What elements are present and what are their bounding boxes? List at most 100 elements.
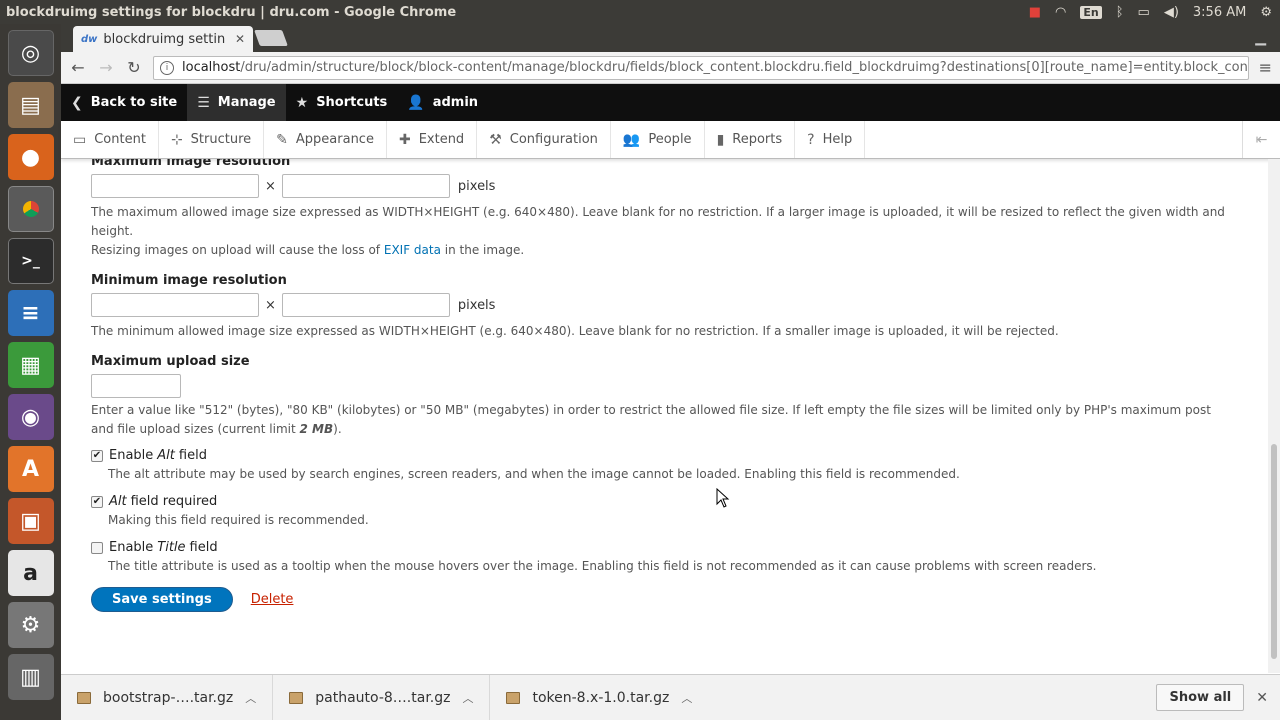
delete-link[interactable]: Delete xyxy=(251,592,294,607)
writer-icon[interactable]: ≡ xyxy=(7,290,54,336)
title-enable-checkbox[interactable] xyxy=(91,541,103,554)
ubuntu-dash-icon[interactable]: ◎ xyxy=(7,30,54,76)
alt-enable-group: ✔ Enable Alt field The alt attribute may… xyxy=(91,448,1268,481)
new-tab-button[interactable] xyxy=(254,30,288,46)
keyboard-layout-indicator[interactable]: En xyxy=(1080,5,1102,19)
download-item[interactable]: pathauto-8….tar.gz ︿ xyxy=(273,674,491,720)
max-height-input[interactable] xyxy=(281,174,450,198)
desc-text: Enter a value like "512" (bytes), "80 KB… xyxy=(91,403,1211,436)
download-filename: pathauto-8….tar.gz xyxy=(315,689,451,706)
back-arrow-icon[interactable]: ← xyxy=(69,58,87,77)
download-filename: token-8.x-1.0.tar.gz xyxy=(532,689,670,706)
chevron-up-icon[interactable]: ︿ xyxy=(245,690,256,706)
checkbox-label: Enable xyxy=(109,448,154,463)
shortcuts-tab[interactable]: ★ Shortcuts xyxy=(286,84,398,121)
browser-window: dw blockdruimg settin ✕ ▁ ← → ↻ i localh… xyxy=(61,24,1280,720)
sitemap-icon: ⊹ xyxy=(170,131,183,148)
min-width-input[interactable] xyxy=(91,293,259,317)
window-title: blockdruimg settings for blockdru | dru.… xyxy=(6,4,457,20)
tray-item-help[interactable]: ? Help xyxy=(795,121,866,158)
bluetooth-icon[interactable]: ᛒ xyxy=(1116,5,1124,20)
min-resolution-label: Minimum image resolution xyxy=(91,273,287,288)
wrench-icon: ⚒ xyxy=(489,131,502,148)
files-icon[interactable]: ▤ xyxy=(7,82,54,128)
close-downloads-icon[interactable]: ✕ xyxy=(1256,690,1268,706)
tray-item-extend[interactable]: ✚ Extend xyxy=(387,121,478,158)
battery-icon[interactable]: ▭ xyxy=(1138,5,1150,20)
firefox-icon[interactable]: ● xyxy=(7,134,54,180)
tray-label: Configuration xyxy=(509,132,598,147)
exif-data-link[interactable]: EXIF data xyxy=(384,243,441,257)
page-info-icon[interactable]: i xyxy=(160,60,174,75)
software-center-icon[interactable]: A xyxy=(7,446,54,492)
title-enable-description: The title attribute is used as a tooltip… xyxy=(108,559,1097,573)
terminal-icon[interactable]: >_ xyxy=(7,238,54,284)
tray-label: Reports xyxy=(732,132,783,147)
package-icon xyxy=(77,691,91,704)
manage-tab[interactable]: ☰ Manage xyxy=(187,84,286,121)
clock[interactable]: 3:56 AM xyxy=(1193,5,1246,20)
user-icon: 👤 xyxy=(407,94,425,111)
user-tab[interactable]: 👤 admin xyxy=(397,84,488,121)
checkbox-label-em: Alt xyxy=(109,494,127,509)
alt-enable-row: ✔ Enable Alt field xyxy=(91,448,1268,463)
tray-item-configuration[interactable]: ⚒ Configuration xyxy=(477,121,611,158)
chevron-left-circle-icon: ❮ xyxy=(71,94,83,111)
tray-item-appearance[interactable]: ✎ Appearance xyxy=(264,121,387,158)
bar-chart-icon: ▮ xyxy=(716,131,725,148)
impress-icon[interactable]: ▣ xyxy=(7,498,54,544)
volume-icon[interactable]: ◀) xyxy=(1164,5,1179,20)
video-icon[interactable]: ◉ xyxy=(7,394,54,440)
chevron-up-icon[interactable]: ︿ xyxy=(681,690,692,706)
calc-icon[interactable]: ▦ xyxy=(7,342,54,388)
tray-item-reports[interactable]: ▮ Reports xyxy=(705,121,796,158)
save-settings-button[interactable]: Save settings xyxy=(91,587,233,612)
show-all-downloads-button[interactable]: Show all xyxy=(1156,684,1245,711)
max-upload-size-input[interactable] xyxy=(91,374,181,398)
forward-arrow-icon[interactable]: → xyxy=(97,58,115,77)
manage-label: Manage xyxy=(217,95,276,110)
scrollbar-thumb[interactable] xyxy=(1271,444,1277,659)
alt-required-checkbox[interactable]: ✔ xyxy=(91,495,103,508)
recording-icon[interactable]: ■ xyxy=(1029,5,1041,20)
tray-label: Appearance xyxy=(295,132,374,147)
pixels-unit: pixels xyxy=(457,297,496,313)
chrome-menu-icon[interactable]: ≡ xyxy=(1259,58,1272,77)
alt-enable-checkbox[interactable]: ✔ xyxy=(91,449,103,462)
settings-gear-icon[interactable]: ⚙ xyxy=(1260,5,1272,20)
field-settings-form: Maximum image resolution × pixels The ma… xyxy=(61,159,1268,673)
max-width-input[interactable] xyxy=(91,174,259,198)
min-height-input[interactable] xyxy=(281,293,450,317)
alt-required-group: ✔ Alt field required Making this field r… xyxy=(91,494,1268,527)
tray-item-structure[interactable]: ⊹ Structure xyxy=(159,121,265,158)
download-item[interactable]: token-8.x-1.0.tar.gz ︿ xyxy=(490,675,708,720)
chrome-icon[interactable] xyxy=(7,186,54,232)
wifi-icon[interactable]: ◠ xyxy=(1055,5,1066,20)
page-scrollbar[interactable] xyxy=(1268,159,1280,673)
times-sign: × xyxy=(265,297,276,313)
address-bar[interactable]: i localhost/dru/admin/structure/block/bl… xyxy=(153,55,1249,80)
tray-label: Structure xyxy=(190,132,252,147)
download-item[interactable]: bootstrap-….tar.gz ︿ xyxy=(61,674,274,720)
tray-item-content[interactable]: ▭ Content xyxy=(61,121,159,158)
active-tab[interactable]: dw blockdruimg settin ✕ xyxy=(73,26,253,52)
tray-item-people[interactable]: 👥 People xyxy=(611,121,705,158)
amazon-icon[interactable]: a xyxy=(7,550,54,596)
back-to-site-link[interactable]: ❮ Back to site xyxy=(61,84,187,121)
close-tab-icon[interactable]: ✕ xyxy=(235,32,245,46)
file-icon: ▭ xyxy=(73,131,87,148)
min-resolution-description: The minimum allowed image size expressed… xyxy=(91,324,1059,338)
trash-icon[interactable]: ▥ xyxy=(7,654,54,700)
mouse-cursor-icon xyxy=(716,488,730,508)
collapse-tray-icon[interactable]: ⇤ xyxy=(1242,121,1280,158)
drupal-admin-toolbar: ❮ Back to site ☰ Manage ★ Shortcuts 👤 ad… xyxy=(61,84,1280,121)
system-settings-icon[interactable]: ⚙ xyxy=(7,602,54,648)
pixels-unit: pixels xyxy=(457,178,496,194)
form-actions: Save settings Delete xyxy=(91,587,1268,612)
window-minimize-icon[interactable]: ▁ xyxy=(1255,30,1266,46)
chevron-up-icon[interactable]: ︿ xyxy=(462,690,473,706)
paintbrush-icon: ✎ xyxy=(276,131,288,148)
max-resolution-label: Maximum image resolution xyxy=(91,159,291,169)
back-to-site-label: Back to site xyxy=(90,95,178,110)
reload-icon[interactable]: ↻ xyxy=(125,58,143,77)
